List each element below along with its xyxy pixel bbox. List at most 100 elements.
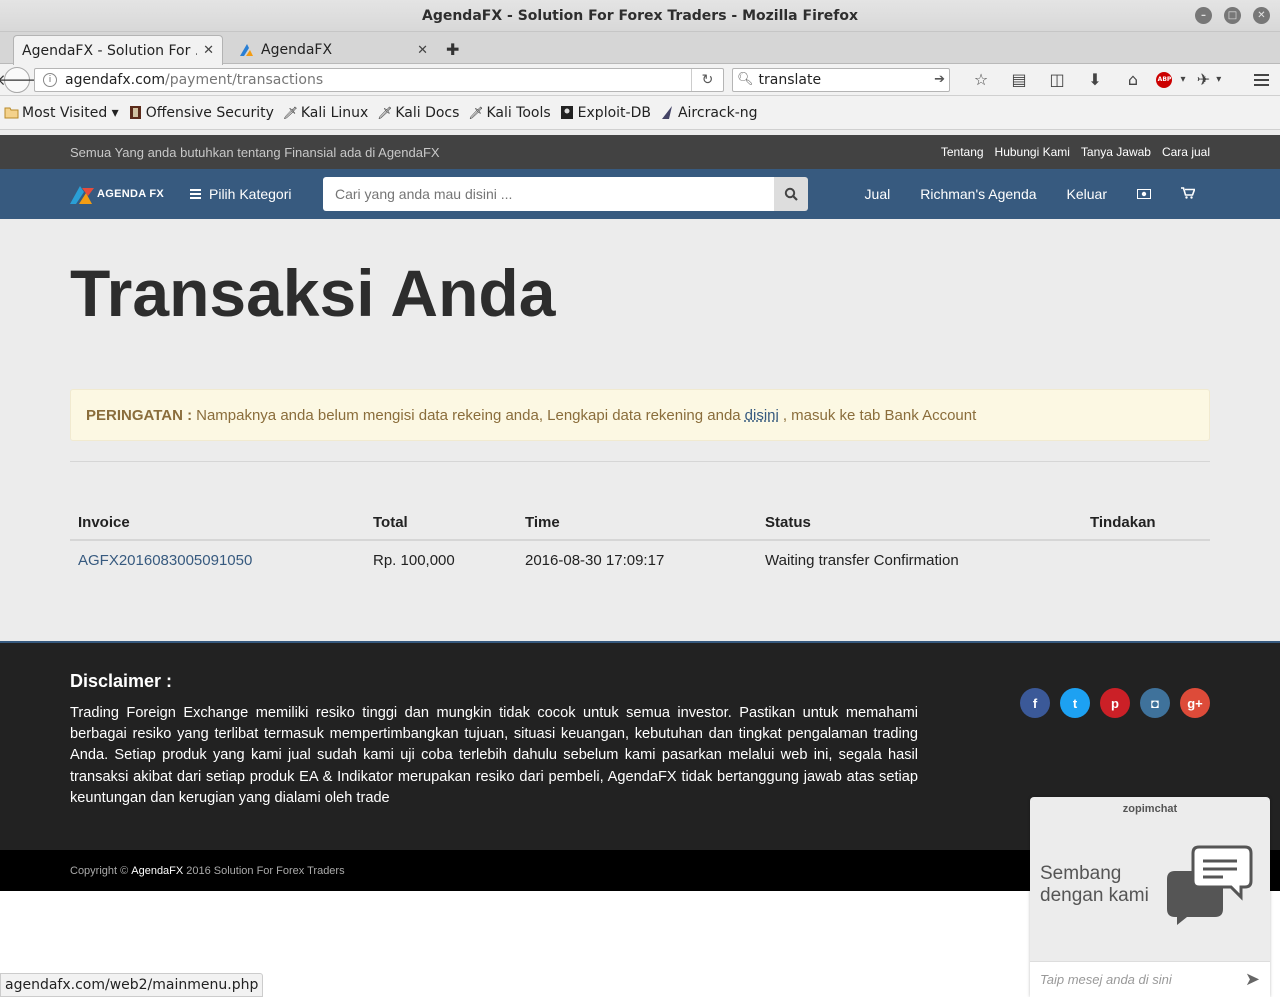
site-logo[interactable]: AGENDA FX: [70, 184, 190, 204]
warning-link-disini[interactable]: disini: [745, 407, 779, 424]
download-icon[interactable]: ⬇: [1076, 67, 1114, 93]
send-icon[interactable]: ➤: [1245, 969, 1260, 990]
category-menu-button[interactable]: Pilih Kategori: [190, 186, 323, 202]
logo-text: AGENDA FX: [97, 188, 165, 200]
google-plus-icon[interactable]: g+: [1180, 688, 1210, 718]
instagram-icon[interactable]: ◘: [1140, 688, 1170, 718]
bookmark-label: Kali Docs: [395, 104, 460, 121]
tab-agendafx-transactions[interactable]: AgendaFX - Solution For ... ✕: [13, 35, 223, 65]
url-path: /payment/transactions: [164, 71, 324, 88]
bookmark-offensive-security[interactable]: Offensive Security: [128, 105, 274, 121]
bookmark-exploit-db[interactable]: Exploit-DB: [560, 105, 651, 121]
window-controls: – □ ✕: [1195, 7, 1270, 24]
navigation-toolbar: 🡐 i agendafx.com/payment/transactions ↻ …: [0, 64, 1280, 96]
chat-bubble-icon: [1167, 845, 1253, 925]
offensive-security-icon: [128, 105, 143, 120]
main-navbar: AGENDA FX Pilih Kategori Jual Richman's …: [0, 169, 1280, 219]
copyright-suffix: 2016 Solution For Forex Traders: [186, 864, 345, 877]
invoice-link[interactable]: AGFX2016083005091050: [70, 540, 365, 580]
adblock-icon[interactable]: ABP ▾: [1152, 67, 1190, 93]
bookmark-most-visited[interactable]: Most Visited ▾: [4, 105, 119, 121]
tab-agendafx[interactable]: AgendaFX ✕: [230, 35, 436, 65]
facebook-icon[interactable]: f: [1020, 688, 1050, 718]
cell-action: [1082, 540, 1210, 580]
warning-label: PERINGATAN :: [86, 406, 193, 424]
copyright-brand-link[interactable]: AgendaFX: [131, 865, 183, 877]
site-search-input[interactable]: [323, 177, 774, 211]
bookmark-kali-tools[interactable]: 🗡 Kali Tools: [468, 105, 550, 121]
home-icon[interactable]: ⌂: [1114, 67, 1152, 93]
link-hubungi-kami[interactable]: Hubungi Kami: [995, 145, 1070, 159]
bookmark-label: Kali Tools: [486, 104, 551, 121]
cell-status: Waiting transfer Confirmation: [765, 552, 959, 569]
bookmark-label: Offensive Security: [145, 104, 274, 121]
top-links: Tentang Hubungi Kami Tanya Jawab Cara ju…: [941, 145, 1210, 159]
url-host: agendafx.com: [65, 71, 165, 88]
chat-widget[interactable]: zopimchat Sembang dengan kami Taip mesej…: [1030, 797, 1270, 997]
warning-text: Nampaknya anda belum mengisi data rekein…: [196, 406, 741, 424]
pocket-icon[interactable]: ◫: [1038, 67, 1076, 93]
nav-links: Jual Richman's Agenda Keluar: [850, 186, 1210, 202]
site-tagline: Semua Yang anda butuhkan tentang Finansi…: [70, 144, 440, 160]
tab-label: AgendaFX - Solution For ...: [22, 42, 198, 59]
close-window-button[interactable]: ✕: [1253, 7, 1270, 24]
social-links: f t p ◘ g+: [1020, 688, 1210, 718]
col-time: Time: [517, 506, 757, 541]
link-tentang[interactable]: Tentang: [941, 145, 984, 159]
search-go-icon[interactable]: ➔: [934, 72, 945, 87]
search-icon: 🔍︎: [737, 72, 754, 87]
warning-alert: PERINGATAN : Nampaknya anda belum mengis…: [70, 389, 1210, 441]
page-title: Transaksi Anda: [70, 256, 556, 330]
site-search-button[interactable]: [774, 177, 808, 211]
top-info-bar: Semua Yang anda butuhkan tentang Finansi…: [0, 135, 1280, 169]
search-bar[interactable]: 🔍︎ translate ➔: [732, 67, 950, 92]
disclaimer-text: Trading Foreign Exchange memiliki resiko…: [70, 705, 918, 806]
info-icon[interactable]: i: [43, 72, 57, 87]
link-cara-jual[interactable]: Cara jual: [1162, 145, 1210, 159]
extension-icon[interactable]: ✈ ▾: [1190, 67, 1228, 93]
content-divider: [70, 461, 1210, 462]
bookmark-kali-docs[interactable]: 🗡 Kali Docs: [377, 105, 459, 121]
money-icon[interactable]: [1122, 187, 1166, 202]
chat-greeting: Sembang dengan kami: [1040, 863, 1149, 906]
reading-list-icon[interactable]: ▤: [1000, 67, 1038, 93]
chat-brand: zopimchat: [1122, 803, 1178, 815]
bookmark-aircrack-ng[interactable]: Aircrack-ng: [660, 105, 758, 121]
nav-jual[interactable]: Jual: [850, 186, 906, 202]
bookmark-label: Aircrack-ng: [677, 104, 758, 121]
back-button[interactable]: 🡐: [0, 66, 37, 93]
table-row: AGFX2016083005091050 Rp. 100,000 2016-08…: [70, 540, 1210, 580]
cart-icon[interactable]: [1166, 186, 1210, 202]
table-header-row: Invoice Total Time Status Tindakan: [70, 506, 1210, 541]
transactions-table: Invoice Total Time Status Tindakan AGFX2…: [70, 506, 1210, 580]
kali-dragon-icon: 🗡: [282, 105, 298, 120]
search-value: translate: [758, 71, 822, 88]
col-status: Status: [757, 506, 1082, 541]
link-tanya-jawab[interactable]: Tanya Jawab: [1081, 145, 1151, 159]
twitter-icon[interactable]: t: [1060, 688, 1090, 718]
bookmark-star-icon[interactable]: ☆: [962, 67, 1000, 93]
bookmark-label: Exploit-DB: [577, 104, 651, 121]
agendafx-favicon-icon: [240, 44, 253, 56]
search-icon: [784, 187, 798, 201]
main-content: Transaksi Anda PERINGATAN : Nampaknya an…: [0, 257, 1280, 580]
url-bar[interactable]: i agendafx.com/payment/transactions ↻: [34, 67, 724, 92]
bookmarks-toolbar: Most Visited ▾ Offensive Security 🗡 Kali…: [0, 96, 1280, 130]
cell-time: 2016-08-30 17:09:17: [525, 552, 665, 569]
copyright-prefix: Copyright ©: [70, 864, 129, 877]
close-tab-icon[interactable]: ✕: [417, 43, 428, 58]
bookmark-label: Kali Linux: [300, 104, 369, 121]
new-tab-button[interactable]: ✚: [446, 40, 459, 59]
nav-richmans-agenda[interactable]: Richman's Agenda: [905, 186, 1051, 202]
folder-icon: [4, 105, 19, 120]
maximize-button[interactable]: □: [1224, 7, 1241, 24]
reload-icon[interactable]: ↻: [691, 68, 723, 91]
pinterest-icon[interactable]: p: [1100, 688, 1130, 718]
minimize-button[interactable]: –: [1195, 7, 1212, 24]
bookmark-kali-linux[interactable]: 🗡 Kali Linux: [282, 104, 369, 121]
menu-icon[interactable]: [1246, 73, 1276, 86]
chat-message-input[interactable]: Taip mesej anda di sini ➤: [1030, 961, 1270, 997]
nav-keluar[interactable]: Keluar: [1052, 186, 1122, 202]
close-tab-icon[interactable]: ✕: [203, 43, 214, 58]
warning-text-after: , masuk ke tab Bank Account: [782, 406, 977, 424]
